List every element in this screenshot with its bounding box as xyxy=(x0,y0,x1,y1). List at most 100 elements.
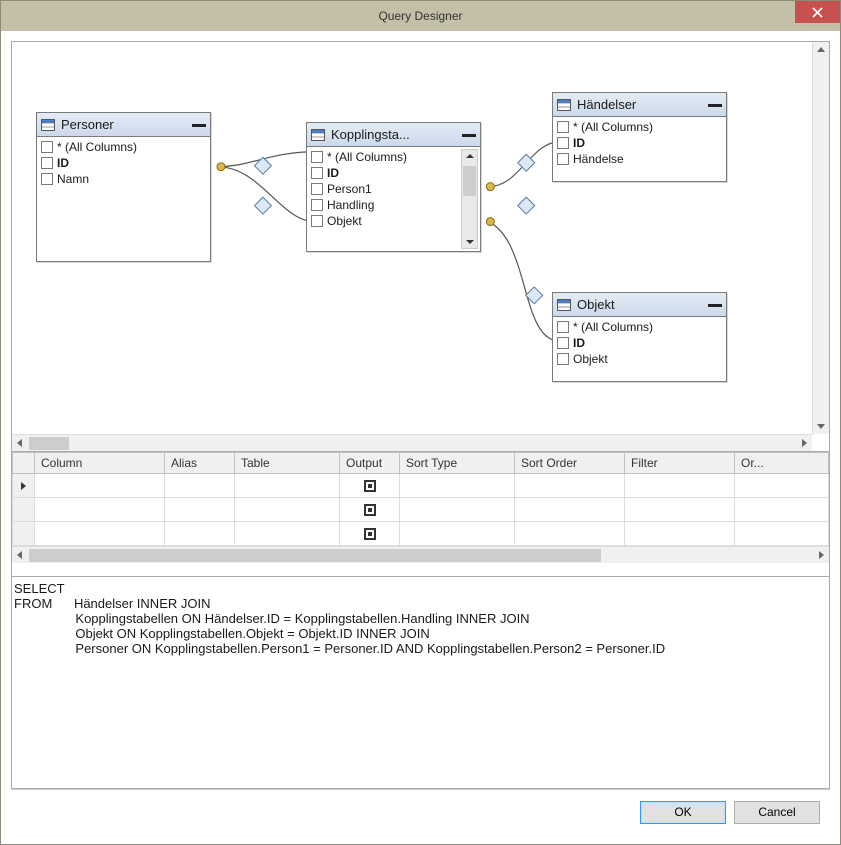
cancel-button[interactable]: Cancel xyxy=(734,801,820,824)
grid-cell[interactable] xyxy=(515,522,625,546)
checkbox-icon[interactable] xyxy=(41,141,53,153)
grid-cell[interactable] xyxy=(625,498,735,522)
grid-header-or[interactable]: Or... xyxy=(735,453,829,474)
checkbox-icon[interactable] xyxy=(311,215,323,227)
column-row[interactable]: Händelse xyxy=(555,151,724,167)
grid-cell[interactable] xyxy=(735,498,829,522)
checkbox-icon[interactable] xyxy=(557,121,569,133)
grid-cell[interactable] xyxy=(235,474,340,498)
window-title: Query Designer xyxy=(378,9,462,23)
table-header-kopplingstabellen[interactable]: Kopplingsta... xyxy=(307,123,480,147)
checkbox-icon[interactable] xyxy=(311,167,323,179)
grid-header-filter[interactable]: Filter xyxy=(625,453,735,474)
grid-hscrollbar[interactable] xyxy=(12,546,829,563)
column-row[interactable]: * (All Columns) xyxy=(555,319,724,335)
column-row[interactable]: ID xyxy=(39,155,208,171)
minimize-icon[interactable] xyxy=(708,303,722,307)
minimize-icon[interactable] xyxy=(192,123,206,127)
checkbox-icon[interactable] xyxy=(41,157,53,169)
table-icon xyxy=(557,299,571,311)
dialog-footer: OK Cancel xyxy=(11,789,830,834)
grid-header-sort-type[interactable]: Sort Type xyxy=(400,453,515,474)
diagram-hscrollbar[interactable] xyxy=(12,434,812,451)
criteria-grid[interactable]: Column Alias Table Output Sort Type Sort… xyxy=(12,452,829,546)
grid-header-output[interactable]: Output xyxy=(340,453,400,474)
table-kopplingstabellen[interactable]: Kopplingsta... * (All Columns) ID Person… xyxy=(306,122,481,252)
minimize-icon[interactable] xyxy=(708,103,722,107)
grid-header-sort-order[interactable]: Sort Order xyxy=(515,453,625,474)
grid-cell-output[interactable] xyxy=(340,474,400,498)
table-objekt[interactable]: Objekt * (All Columns) ID Objekt xyxy=(552,292,727,382)
checkbox-icon[interactable] xyxy=(557,137,569,149)
grid-cell-output[interactable] xyxy=(340,498,400,522)
checkbox-icon[interactable] xyxy=(557,337,569,349)
grid-cell[interactable] xyxy=(235,498,340,522)
diagram-vscrollbar[interactable] xyxy=(812,42,829,434)
grid-cell-output[interactable] xyxy=(340,522,400,546)
output-checkbox-icon xyxy=(364,504,376,516)
criteria-grid-pane[interactable]: Column Alias Table Output Sort Type Sort… xyxy=(12,452,829,577)
column-row[interactable]: * (All Columns) xyxy=(309,149,460,165)
column-row[interactable]: ID xyxy=(309,165,460,181)
grid-cell[interactable] xyxy=(35,474,165,498)
grid-header-column[interactable]: Column xyxy=(35,453,165,474)
grid-cell[interactable] xyxy=(400,474,515,498)
checkbox-icon[interactable] xyxy=(557,153,569,165)
grid-cell[interactable] xyxy=(515,474,625,498)
row-header xyxy=(13,522,35,546)
column-row[interactable]: Objekt xyxy=(309,213,460,229)
ok-button[interactable]: OK xyxy=(640,801,726,824)
table-personer[interactable]: Personer * (All Columns) ID Namn xyxy=(36,112,211,262)
grid-header-table[interactable]: Table xyxy=(235,453,340,474)
sql-line: FROM Händelser INNER JOIN xyxy=(14,596,210,611)
sql-line: Personer ON Kopplingstabellen.Person1 = … xyxy=(14,641,665,656)
grid-cell[interactable] xyxy=(625,474,735,498)
column-row[interactable]: Namn xyxy=(39,171,208,187)
checkbox-icon[interactable] xyxy=(41,173,53,185)
sql-pane[interactable]: SELECT FROM Händelser INNER JOIN Kopplin… xyxy=(12,577,829,788)
grid-cell[interactable] xyxy=(735,522,829,546)
checkbox-icon[interactable] xyxy=(557,321,569,333)
minimize-icon[interactable] xyxy=(462,133,476,137)
table-handelser[interactable]: Händelser * (All Columns) ID Händelse xyxy=(552,92,727,182)
table-icon xyxy=(311,129,325,141)
grid-cell[interactable] xyxy=(35,498,165,522)
grid-cell[interactable] xyxy=(35,522,165,546)
column-row[interactable]: Objekt xyxy=(555,351,724,367)
output-checkbox-icon xyxy=(364,528,376,540)
grid-cell[interactable] xyxy=(400,522,515,546)
grid-cell[interactable] xyxy=(165,522,235,546)
table-title: Kopplingsta... xyxy=(331,127,410,142)
sql-line: Kopplingstabellen ON Händelser.ID = Kopp… xyxy=(14,611,530,626)
grid-cell[interactable] xyxy=(165,498,235,522)
close-button[interactable] xyxy=(795,1,840,23)
grid-cell[interactable] xyxy=(625,522,735,546)
column-row[interactable]: Person1 xyxy=(309,181,460,197)
grid-cell[interactable] xyxy=(235,522,340,546)
column-row[interactable]: * (All Columns) xyxy=(39,139,208,155)
column-row[interactable]: ID xyxy=(555,135,724,151)
table-title: Objekt xyxy=(577,297,615,312)
grid-header-alias[interactable]: Alias xyxy=(165,453,235,474)
grid-cell[interactable] xyxy=(400,498,515,522)
titlebar[interactable]: Query Designer xyxy=(1,1,840,31)
grid-cell[interactable] xyxy=(735,474,829,498)
row-header xyxy=(13,498,35,522)
table-header-objekt[interactable]: Objekt xyxy=(553,293,726,317)
row-header-blank xyxy=(13,453,35,474)
column-row[interactable]: ID xyxy=(555,335,724,351)
checkbox-icon[interactable] xyxy=(311,151,323,163)
table-header-personer[interactable]: Personer xyxy=(37,113,210,137)
checkbox-icon[interactable] xyxy=(311,183,323,195)
table-icon xyxy=(557,99,571,111)
checkbox-icon[interactable] xyxy=(311,199,323,211)
table-header-handelser[interactable]: Händelser xyxy=(553,93,726,117)
checkbox-icon[interactable] xyxy=(557,353,569,365)
table-scrollbar[interactable] xyxy=(461,149,478,249)
column-row[interactable]: Handling xyxy=(309,197,460,213)
column-row[interactable]: * (All Columns) xyxy=(555,119,724,135)
grid-cell[interactable] xyxy=(165,474,235,498)
query-designer-window: Query Designer xyxy=(0,0,841,845)
diagram-pane[interactable]: Personer * (All Columns) ID Namn Kopplin… xyxy=(12,42,829,452)
grid-cell[interactable] xyxy=(515,498,625,522)
